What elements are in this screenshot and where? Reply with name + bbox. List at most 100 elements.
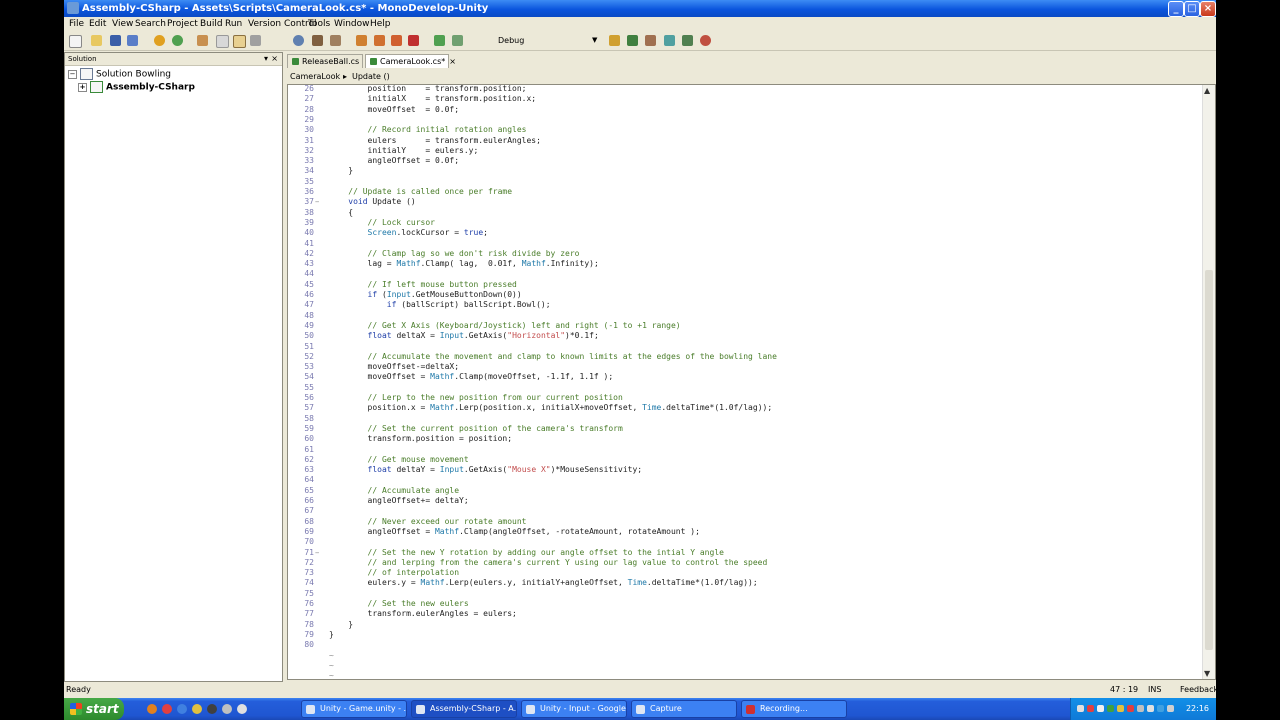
build-config-dropdown[interactable]: Debug bbox=[498, 35, 598, 47]
breadcrumb-class[interactable]: CameraLook bbox=[290, 70, 340, 83]
ie-icon[interactable] bbox=[177, 704, 187, 714]
pane-options-icon[interactable]: ▾ bbox=[264, 53, 268, 65]
chrome-icon[interactable] bbox=[192, 704, 202, 714]
code-text: void Update () bbox=[348, 197, 416, 207]
task-monodevelop[interactable]: Assembly-CSharp - A... bbox=[411, 700, 517, 718]
scroll-up-icon[interactable]: ▲ bbox=[1204, 86, 1210, 95]
tray-icon[interactable] bbox=[1137, 705, 1144, 712]
minimize-button[interactable]: _ bbox=[1168, 1, 1184, 17]
line-number: 31 bbox=[304, 135, 314, 145]
code-text: float deltaX = Input.GetAxis("Horizontal… bbox=[367, 331, 599, 341]
redo-icon[interactable] bbox=[172, 35, 183, 46]
scrollbar-thumb[interactable] bbox=[1205, 270, 1213, 650]
tray-icon[interactable] bbox=[1117, 705, 1124, 712]
feedback-link[interactable]: Feedback bbox=[1180, 683, 1216, 697]
bookmark-clear-icon[interactable] bbox=[408, 35, 419, 46]
menu-edit[interactable]: Edit bbox=[89, 17, 106, 32]
line-number: 78 bbox=[304, 619, 314, 629]
tray-icon[interactable] bbox=[1077, 705, 1084, 712]
bookmark-next-icon[interactable] bbox=[391, 35, 402, 46]
delete-icon[interactable] bbox=[250, 35, 261, 46]
step-into-icon[interactable] bbox=[682, 35, 693, 46]
task-unity[interactable]: Unity - Game.unity - ... bbox=[301, 700, 407, 718]
volume-icon[interactable] bbox=[1167, 705, 1174, 712]
app-icon-quicklaunch-2[interactable] bbox=[237, 704, 247, 714]
find-icon[interactable] bbox=[293, 35, 304, 46]
code-text: lag = Mathf.Clamp( lag, 0.01f, Mathf.Inf… bbox=[329, 259, 599, 269]
fold-toggle-icon[interactable]: − bbox=[315, 548, 319, 558]
tray-icon[interactable] bbox=[1107, 705, 1114, 712]
menu-run[interactable]: Run bbox=[225, 17, 242, 32]
bookmark-icon[interactable] bbox=[356, 35, 367, 46]
save-icon[interactable] bbox=[110, 35, 121, 46]
tray-icon[interactable] bbox=[1127, 705, 1134, 712]
tray-icon[interactable] bbox=[1087, 705, 1094, 712]
stop-icon[interactable] bbox=[700, 35, 711, 46]
code-text: transform.position = position; bbox=[329, 434, 513, 444]
line-number: 59 bbox=[304, 423, 314, 433]
tray-icon[interactable] bbox=[1097, 705, 1104, 712]
expand-icon[interactable]: + bbox=[78, 82, 87, 92]
task-recording[interactable]: Recording... bbox=[741, 700, 847, 718]
tree-item-project[interactable]: + Assembly-CSharp bbox=[78, 81, 195, 94]
pane-close-icon[interactable]: × bbox=[271, 53, 278, 65]
attach-icon[interactable] bbox=[645, 35, 656, 46]
tab-cameralook[interactable]: CameraLook.cs* × bbox=[365, 54, 456, 68]
fold-toggle-icon[interactable]: − bbox=[315, 197, 319, 207]
debug-icon[interactable] bbox=[627, 35, 638, 46]
run-icon[interactable] bbox=[609, 35, 620, 46]
step-over-icon[interactable] bbox=[664, 35, 675, 46]
rebuild-icon[interactable] bbox=[452, 35, 463, 46]
copy-icon[interactable] bbox=[216, 35, 229, 48]
firefox-icon[interactable] bbox=[147, 704, 157, 714]
build-icon[interactable] bbox=[434, 35, 445, 46]
vlc-icon[interactable] bbox=[162, 704, 172, 714]
open-folder-icon[interactable] bbox=[91, 35, 102, 46]
unity-icon[interactable] bbox=[207, 704, 217, 714]
tab-close-icon[interactable]: × bbox=[449, 57, 456, 66]
app-icon-quicklaunch[interactable] bbox=[222, 704, 232, 714]
chevron-down-icon[interactable]: ▼ bbox=[592, 36, 597, 44]
menu-project[interactable]: Project bbox=[167, 17, 198, 32]
menu-help[interactable]: Help bbox=[370, 17, 391, 32]
menu-tools[interactable]: Tools bbox=[308, 17, 330, 32]
line-number: 32 bbox=[304, 145, 314, 155]
maximize-button[interactable]: □ bbox=[1184, 1, 1200, 17]
menu-window[interactable]: Window bbox=[334, 17, 370, 32]
line-number: 26 bbox=[304, 84, 314, 93]
menu-view[interactable]: View bbox=[112, 17, 133, 32]
start-button[interactable]: start bbox=[64, 698, 124, 720]
cut-icon[interactable] bbox=[197, 35, 208, 46]
task-chrome[interactable]: Unity - Input - Google... bbox=[521, 700, 627, 718]
collapse-icon[interactable]: − bbox=[68, 69, 77, 79]
code-area[interactable]: 26 position = transform.position; 27 init… bbox=[288, 85, 1203, 679]
menu-search[interactable]: Search bbox=[135, 17, 166, 32]
line-number: 43 bbox=[304, 259, 314, 269]
code-text: initialY = eulers.y; bbox=[329, 145, 479, 155]
paste-icon[interactable] bbox=[233, 35, 246, 48]
tab-releaseball[interactable]: ReleaseBall.cs bbox=[287, 54, 363, 68]
line-number: 60 bbox=[304, 434, 314, 444]
close-button[interactable]: × bbox=[1200, 1, 1216, 17]
task-capture[interactable]: Capture bbox=[631, 700, 737, 718]
menu-build[interactable]: Build bbox=[200, 17, 223, 32]
tray-icon[interactable] bbox=[1147, 705, 1154, 712]
save-all-icon[interactable] bbox=[127, 35, 138, 46]
breadcrumb-separator: ▸ bbox=[343, 72, 348, 81]
breadcrumb-method[interactable]: Update () bbox=[352, 70, 390, 83]
line-number: 77 bbox=[304, 609, 314, 619]
find-in-files-icon[interactable] bbox=[312, 35, 323, 46]
menu-version-control[interactable]: Version Control bbox=[248, 17, 317, 32]
code-text: ~ bbox=[329, 650, 334, 660]
bookmark-prev-icon[interactable] bbox=[374, 35, 385, 46]
undo-icon[interactable] bbox=[154, 35, 165, 46]
new-file-icon[interactable] bbox=[69, 35, 82, 48]
tree-item-solution[interactable]: − Solution Bowling bbox=[68, 68, 171, 81]
menu-file[interactable]: File bbox=[69, 17, 84, 32]
code-editor[interactable]: 26 position = transform.position; 27 init… bbox=[287, 84, 1216, 680]
vertical-scrollbar[interactable]: ▲ ▼ bbox=[1202, 85, 1215, 679]
replace-icon[interactable] bbox=[330, 35, 341, 46]
scroll-down-icon[interactable]: ▼ bbox=[1204, 669, 1210, 678]
code-text: // of interpolation bbox=[367, 568, 460, 578]
network-icon[interactable] bbox=[1157, 705, 1164, 712]
